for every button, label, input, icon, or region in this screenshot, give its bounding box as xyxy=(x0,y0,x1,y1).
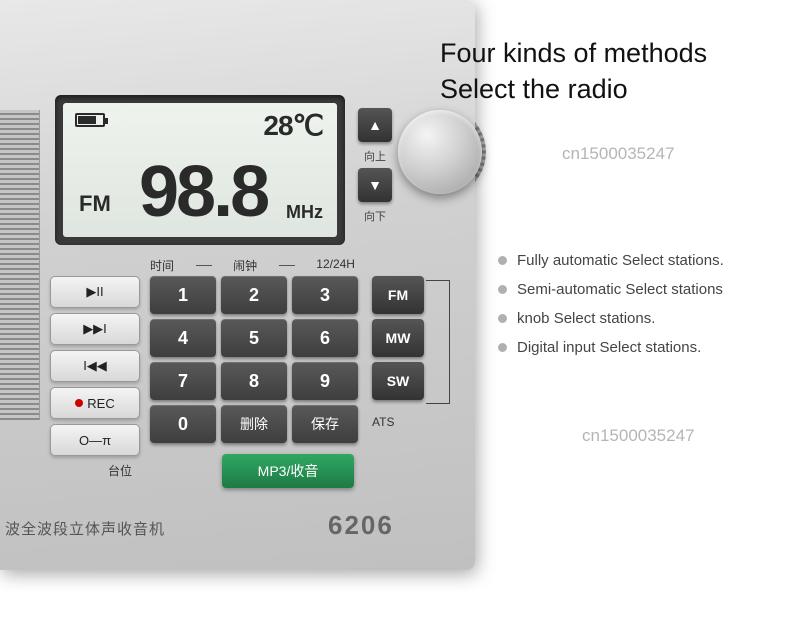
rec-dot-icon xyxy=(75,399,83,407)
station-label: 台位 xyxy=(108,462,132,479)
keypad-header: 时间 闹钟 12/24H xyxy=(150,257,355,274)
speaker-grille xyxy=(0,110,40,420)
down-button[interactable]: ▼ xyxy=(358,168,392,202)
key-6[interactable]: 6 xyxy=(292,319,358,357)
lcd-band: FM xyxy=(79,191,111,217)
watermark-1: cn1500035247 xyxy=(562,144,675,164)
down-label: 向下 xyxy=(358,208,392,224)
lcd-freq-unit: MHz xyxy=(286,202,323,223)
rec-label: REC xyxy=(87,396,114,411)
feature-item: Digital input Select stations. xyxy=(498,339,724,356)
temp-unit: ℃ xyxy=(293,110,323,141)
feature-item: Semi-automatic Select stations xyxy=(498,281,724,298)
heading-line-1: Four kinds of methods xyxy=(440,38,707,68)
lcd-temperature: 28℃ xyxy=(263,109,323,142)
key-8[interactable]: 8 xyxy=(221,362,287,400)
numeric-keypad: 1 2 3 4 5 6 7 8 9 0 删除 保存 xyxy=(150,276,358,443)
key-4[interactable]: 4 xyxy=(150,319,216,357)
mp3-radio-button[interactable]: MP3/收音 xyxy=(222,454,354,488)
key-delete[interactable]: 删除 xyxy=(221,405,287,443)
feature-item: knob Select stations. xyxy=(498,310,724,327)
up-label: 向上 xyxy=(358,148,392,164)
device-description: 波全波段立体声收音机 xyxy=(5,518,165,539)
prev-button[interactable]: I◀◀ xyxy=(50,350,140,382)
info-heading: Four kinds of methods Select the radio xyxy=(440,35,780,108)
rec-button[interactable]: REC xyxy=(50,387,140,419)
band-column: FM MW SW xyxy=(372,276,424,400)
next-button[interactable]: ▶▶I xyxy=(50,313,140,345)
lock-button[interactable]: O—π xyxy=(50,424,140,456)
temp-value: 28 xyxy=(263,110,292,141)
time-label: 时间 xyxy=(150,257,174,274)
sw-button[interactable]: SW xyxy=(372,362,424,400)
mw-button[interactable]: MW xyxy=(372,319,424,357)
fm-button[interactable]: FM xyxy=(372,276,424,314)
key-3[interactable]: 3 xyxy=(292,276,358,314)
key-7[interactable]: 7 xyxy=(150,362,216,400)
lcd-frequency: 98.8 xyxy=(139,151,267,233)
key-2[interactable]: 2 xyxy=(221,276,287,314)
lcd-screen: 28℃ FM 98.8 MHz xyxy=(63,103,337,237)
feature-list: Fully automatic Select stations. Semi-au… xyxy=(498,240,724,368)
radio-device: 28℃ FM 98.8 MHz ▲ ▼ 向上 向下 时间 闹钟 12/24H 1… xyxy=(0,0,475,570)
key-0[interactable]: 0 xyxy=(150,405,216,443)
info-panel: Four kinds of methods Select the radio xyxy=(440,35,780,108)
play-pause-button[interactable]: ▶II xyxy=(50,276,140,308)
key-5[interactable]: 5 xyxy=(221,319,287,357)
alarm-label: 闹钟 xyxy=(233,257,257,274)
feature-item: Fully automatic Select stations. xyxy=(498,252,724,269)
lcd-frame: 28℃ FM 98.8 MHz xyxy=(55,95,345,245)
format-label: 12/24H xyxy=(316,257,355,274)
watermark-2: cn1500035247 xyxy=(582,426,695,446)
key-9[interactable]: 9 xyxy=(292,362,358,400)
tuning-knob[interactable] xyxy=(398,110,482,194)
band-bracket xyxy=(426,280,450,404)
key-save[interactable]: 保存 xyxy=(292,405,358,443)
heading-line-2: Select the radio xyxy=(440,74,628,104)
key-1[interactable]: 1 xyxy=(150,276,216,314)
ats-label: ATS xyxy=(372,415,394,429)
playback-column: ▶II ▶▶I I◀◀ REC O—π xyxy=(50,276,140,456)
up-button[interactable]: ▲ xyxy=(358,108,392,142)
battery-icon xyxy=(75,113,105,127)
model-number: 6206 xyxy=(328,510,394,541)
